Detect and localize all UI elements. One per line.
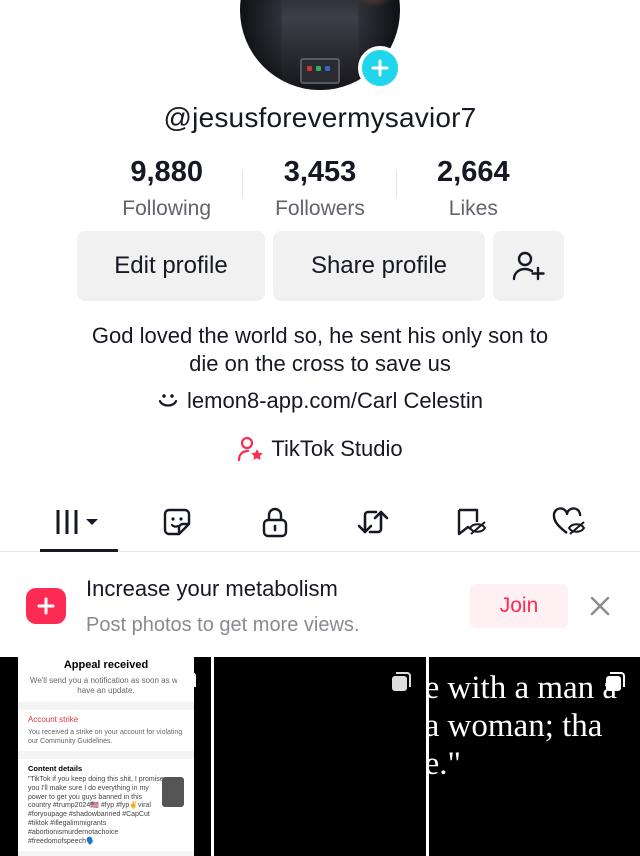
add-user-icon xyxy=(512,251,545,281)
bookmark-hidden-icon xyxy=(457,508,487,535)
share-profile-button[interactable]: Share profile xyxy=(273,231,485,301)
appeal-header: Appeal received We'll send you a notific… xyxy=(18,657,194,702)
lemon8-smile-icon xyxy=(158,394,178,407)
tiktok-studio-label: TikTok Studio xyxy=(271,436,403,461)
avatar-chest-panel xyxy=(300,58,340,84)
repost-icon xyxy=(357,510,389,533)
appeal-screenshot: Appeal received We'll send you a notific… xyxy=(18,657,194,856)
heart-hidden-icon xyxy=(552,506,586,535)
stat-label: Following xyxy=(122,197,212,220)
add-avatar-button[interactable] xyxy=(358,46,402,90)
multi-photo-icon xyxy=(177,672,197,691)
promo-banner[interactable]: Increase your metabolism Post photos to … xyxy=(0,558,640,654)
multi-photo-icon xyxy=(391,672,411,691)
profile-stats: 9,880 Following 3,453 Followers 2,664 Li… xyxy=(90,156,550,221)
content-quote: "TikTok if you keep doing this shit, I p… xyxy=(28,776,164,845)
add-friends-button[interactable] xyxy=(493,231,564,301)
stat-value: 9,880 xyxy=(130,156,203,188)
verse-line: a woman; tha xyxy=(428,708,603,744)
grid-icon xyxy=(56,509,98,534)
stat-value: 2,664 xyxy=(437,156,510,188)
appeal-strike-section: Account strike You received a strike on … xyxy=(18,710,194,751)
profile-link[interactable]: lemon8-app.com/Carl Celestin xyxy=(0,388,640,414)
video-thumbnail[interactable] xyxy=(214,657,426,856)
stat-followers[interactable]: 3,453 Followers xyxy=(243,156,397,221)
content-title: Content details xyxy=(28,764,83,773)
stat-value: 3,453 xyxy=(283,156,357,188)
multi-photo-icon xyxy=(605,672,625,691)
edit-profile-button[interactable]: Edit profile xyxy=(77,231,265,301)
profile-tabs xyxy=(0,492,640,552)
join-button[interactable]: Join xyxy=(470,584,568,628)
promo-title: Increase your metabolism xyxy=(86,576,338,601)
video-thumbnail[interactable]: Appeal received We'll send you a notific… xyxy=(0,657,212,856)
tab-private[interactable] xyxy=(226,492,324,551)
bio-line: God loved the world so, he sent his only… xyxy=(91,323,549,348)
appeal-title: Appeal received xyxy=(63,659,149,671)
tab-stickers[interactable] xyxy=(128,492,226,551)
verse-line: e." xyxy=(428,746,462,782)
plus-icon xyxy=(371,59,389,77)
strike-title: Account strike xyxy=(28,715,79,724)
video-thumbnail[interactable]: e with a man a a woman; tha e." xyxy=(428,657,640,856)
sticker-icon xyxy=(163,508,191,535)
lock-icon xyxy=(262,507,288,537)
promo-subtitle: Post photos to get more views. xyxy=(86,614,360,636)
verse-line: e with a man a xyxy=(428,670,618,706)
plus-icon xyxy=(37,597,55,615)
appeal-notice: We'll send you a notification as soon as… xyxy=(29,676,183,695)
tab-reposts[interactable] xyxy=(324,492,422,551)
profile-link-text: lemon8-app.com/Carl Celestin xyxy=(187,388,483,413)
bio-line: die on the cross to save us xyxy=(189,351,451,376)
verse-text: e with a man a a woman; tha e." xyxy=(429,669,617,783)
close-icon[interactable] xyxy=(586,592,614,620)
tab-videos[interactable] xyxy=(30,492,128,552)
promo-icon xyxy=(26,588,66,624)
profile-bio: God loved the world so, he sent his only… xyxy=(0,322,640,378)
content-thumbnail xyxy=(162,777,184,807)
profile-avatar-wrap[interactable] xyxy=(240,0,402,90)
stat-label: Likes xyxy=(448,197,498,220)
tiktok-studio-link[interactable]: TikTok Studio xyxy=(0,436,640,462)
tab-liked[interactable] xyxy=(520,492,618,551)
video-grid: Appeal received We'll send you a notific… xyxy=(0,657,640,856)
tab-favorites[interactable] xyxy=(422,492,520,551)
profile-username: @jesusforevermysavior7 xyxy=(163,102,477,133)
strike-desc: You received a strike on your account fo… xyxy=(28,729,183,745)
creator-studio-icon xyxy=(238,436,264,462)
stat-label: Followers xyxy=(275,197,365,220)
stat-likes[interactable]: 2,664 Likes xyxy=(397,156,550,221)
stat-following[interactable]: 9,880 Following xyxy=(90,156,244,221)
